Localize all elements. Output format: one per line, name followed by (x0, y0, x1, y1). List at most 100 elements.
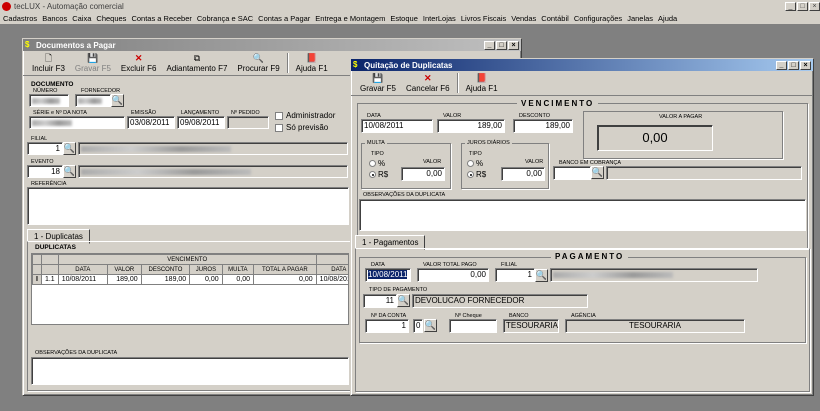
quit-obs-textarea[interactable] (359, 199, 806, 231)
grid-col-total[interactable]: TOTAL A PAGAR (253, 264, 317, 275)
grid-col-valor[interactable]: VALOR (106, 264, 142, 275)
menu-janelas[interactable]: Janelas (627, 14, 653, 23)
lancamento-field[interactable]: 09/08/2011 (177, 116, 225, 129)
banco-field: TESOURARIA (503, 319, 559, 333)
menu-vendas[interactable]: Vendas (511, 14, 536, 23)
table-row[interactable]: I 1.1 10/08/2011 189,00 189,00 0,00 0,00… (32, 274, 348, 285)
grid-col-multa[interactable]: MULTA (221, 264, 255, 275)
conta-field[interactable]: 1 (365, 319, 409, 333)
multa-label: MULTA (365, 140, 387, 146)
valor-field[interactable]: 189,00 (437, 119, 505, 133)
app-restore-button[interactable]: □ (797, 1, 808, 11)
grid-col-data[interactable]: DATA (57, 264, 108, 275)
multa-reais-radio[interactable]: R$ (369, 170, 388, 179)
tipo-pagamento-search-button[interactable]: 🔍 (397, 294, 410, 307)
quit-gravar-button[interactable]: 💾 Gravar F5 (355, 73, 401, 93)
gravar-button[interactable]: 💾 Gravar F5 (70, 53, 116, 73)
pg-data-field[interactable]: 10/08/2011 (365, 268, 411, 282)
administrador-checkbox[interactable]: Administrador (275, 111, 335, 120)
docs-maximize-button[interactable]: □ (496, 40, 507, 50)
banco-cobranca-field[interactable] (553, 166, 591, 180)
search-icon: 🔍 (535, 270, 548, 280)
valor-total-field[interactable]: 0,00 (417, 268, 489, 282)
grid-col-data2[interactable]: DATA (315, 264, 348, 275)
menu-cadastros[interactable]: Cadastros (3, 14, 37, 23)
serie-field[interactable] (29, 116, 125, 129)
menu-livros-fiscais[interactable]: Livros Fiscais (461, 14, 506, 23)
app-close-button[interactable]: × (809, 1, 820, 11)
banco-cobranca-search-button[interactable]: 🔍 (591, 166, 604, 179)
menu-interlojas[interactable]: InterLojas (423, 14, 456, 23)
menu-cobranca-sac[interactable]: Cobrança e SAC (197, 14, 253, 23)
help-book-icon: 📕 (306, 53, 318, 63)
menubar: Cadastros Bancos Caixa Cheques Contas a … (0, 12, 820, 24)
docs-ajuda-button[interactable]: 📕 Ajuda F1 (291, 53, 333, 73)
app-minimize-button[interactable]: _ (785, 1, 796, 11)
menu-cheques[interactable]: Cheques (96, 14, 126, 23)
grid-col-desconto[interactable]: DESCONTO (140, 264, 191, 275)
window-icon: $ (353, 60, 358, 69)
filial-field[interactable]: 1 (27, 142, 63, 155)
menu-contabil[interactable]: Contábil (541, 14, 569, 23)
vencimento-heading: VENCIMENTO (517, 99, 599, 108)
menu-ajuda[interactable]: Ajuda (658, 14, 677, 23)
toolbar-separator (456, 73, 459, 93)
multa-valor-label: VALOR (423, 159, 442, 165)
quit-cancelar-button[interactable]: ✕ Cancelar F6 (401, 73, 455, 93)
save-icon: 💾 (372, 73, 384, 83)
app-logo-icon (2, 1, 11, 11)
juros-label: JUROS DIÁRIOS (465, 140, 512, 146)
adiantamento-button[interactable]: ⧉ Adiantamento F7 (161, 53, 232, 73)
evento-field[interactable]: 18 (27, 165, 63, 178)
incluir-button[interactable]: 🗋 Incluir F3 (27, 53, 70, 73)
cheque-field[interactable] (449, 319, 497, 333)
numero-field[interactable] (29, 94, 69, 107)
fornecedor-search-button[interactable]: 🔍 (111, 94, 124, 107)
conta-dv-field[interactable]: 0 (413, 319, 423, 333)
docs-close-button[interactable]: × (508, 40, 519, 50)
multa-valor-field[interactable]: 0,00 (401, 167, 445, 181)
menu-configuracoes[interactable]: Configurações (574, 14, 622, 23)
so-previsao-checkbox[interactable]: Só previsão (275, 123, 328, 132)
emissao-field[interactable]: 03/08/2011 (127, 116, 175, 129)
search-icon: 🔍 (63, 166, 76, 176)
menu-entrega-montagem[interactable]: Entrega e Montagem (315, 14, 385, 23)
evento-search-button[interactable]: 🔍 (63, 165, 76, 178)
pg-filial-name-field (550, 268, 758, 282)
procurar-button[interactable]: 🔍 Procurar F9 (232, 53, 284, 73)
menu-estoque[interactable]: Estoque (390, 14, 418, 23)
fornecedor-field[interactable] (75, 94, 111, 107)
filial-search-button[interactable]: 🔍 (63, 142, 76, 155)
quit-close-button[interactable]: × (800, 60, 811, 70)
menu-bancos[interactable]: Bancos (42, 14, 67, 23)
app-title-bar: tecLUX - Automação comercial _ □ × (0, 0, 820, 12)
juros-tipo-label: TIPO (469, 151, 482, 157)
juros-valor-field[interactable]: 0,00 (501, 167, 545, 181)
menu-contas-receber[interactable]: Contas a Receber (131, 14, 191, 23)
quit-maximize-button[interactable]: □ (788, 60, 799, 70)
referencia-textarea[interactable] (27, 187, 349, 225)
docs-minimize-button[interactable]: _ (484, 40, 495, 50)
desconto-field[interactable]: 189,00 (513, 119, 573, 133)
pg-filial-search-button[interactable]: 🔍 (535, 269, 548, 282)
quit-minimize-button[interactable]: _ (776, 60, 787, 70)
excluir-button[interactable]: ✕ Excluir F6 (116, 53, 162, 73)
multa-percent-radio[interactable]: % (369, 159, 385, 168)
save-icon: 💾 (87, 53, 99, 63)
menu-contas-pagar[interactable]: Contas a Pagar (258, 14, 310, 23)
search-icon: 🔍 (397, 295, 410, 305)
tipo-pagamento-field[interactable]: 11 (363, 294, 397, 308)
juros-reais-radio[interactable]: R$ (467, 170, 486, 179)
docs-obs-textarea[interactable] (31, 357, 349, 385)
copy-icon: ⧉ (193, 53, 201, 63)
quitacao-title: Quitação de Duplicatas (364, 60, 453, 70)
quit-ajuda-button[interactable]: 📕 Ajuda F1 (461, 73, 503, 93)
conta-search-button[interactable]: 🔍 (424, 319, 437, 332)
juros-percent-radio[interactable]: % (467, 159, 483, 168)
data-field[interactable]: 10/08/2011 (361, 119, 433, 133)
pg-filial-field[interactable]: 1 (495, 268, 535, 282)
menu-caixa[interactable]: Caixa (72, 14, 91, 23)
pedido-field[interactable] (227, 116, 269, 129)
grid-col-juros[interactable]: JUROS (189, 264, 223, 275)
search-icon: 🔍 (252, 53, 265, 63)
